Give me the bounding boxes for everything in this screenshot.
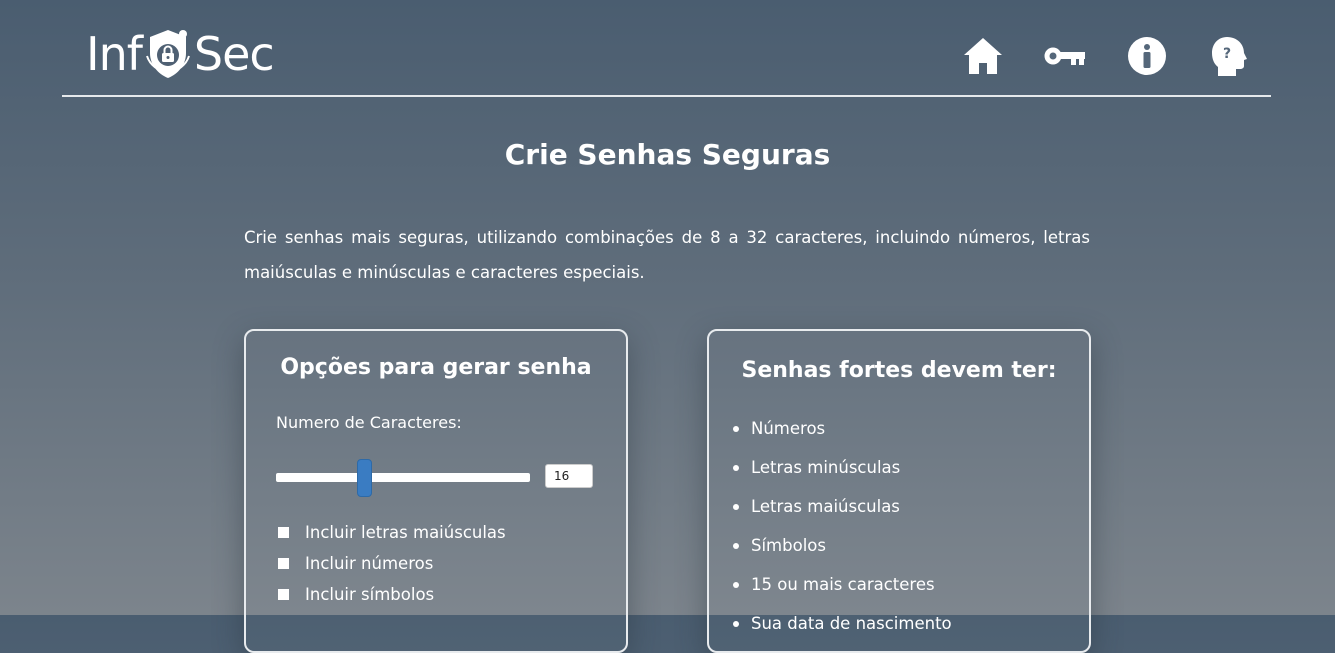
tip-label: Letras maiúsculas: [751, 497, 900, 516]
slider-thumb[interactable]: [357, 459, 372, 497]
list-item: Sua data de nascimento: [733, 604, 952, 643]
list-item: Símbolos: [733, 526, 952, 565]
tips-list: Números Letras minúsculas Letras maiúscu…: [733, 409, 952, 643]
bullet-icon: [733, 425, 739, 432]
tips-card-title: Senhas fortes devem ter:: [741, 358, 1057, 383]
strong-password-tips-card: Senhas fortes devem ter: Números Letras …: [707, 329, 1091, 653]
uppercase-checkbox[interactable]: [278, 527, 289, 538]
slider-track: [276, 473, 530, 482]
bullet-icon: [733, 620, 739, 627]
svg-text:?: ?: [1223, 46, 1231, 62]
bullet-icon: [733, 581, 739, 588]
list-item: Letras minúsculas: [733, 448, 952, 487]
shield-lock-icon: [145, 30, 190, 78]
tip-label: Letras minúsculas: [751, 458, 901, 477]
nav-home-button[interactable]: [961, 34, 1005, 78]
tip-label: Sua data de nascimento: [751, 614, 952, 633]
tip-label: 15 ou mais caracteres: [751, 575, 935, 594]
key-icon: [1044, 47, 1085, 65]
bullet-icon: [733, 464, 739, 471]
option-label: Incluir símbolos: [305, 585, 435, 604]
length-slider[interactable]: [276, 459, 530, 497]
nav-info-button[interactable]: [1125, 34, 1169, 78]
home-icon: [964, 38, 1002, 74]
symbols-checkbox[interactable]: [278, 589, 289, 600]
bullet-icon: [733, 542, 739, 549]
tip-label: Símbolos: [751, 536, 826, 555]
nav-help-button[interactable]: ?: [1207, 34, 1251, 78]
main-nav: ?: [961, 34, 1251, 78]
password-options-card: Opções para gerar senha Numero de Caract…: [244, 329, 628, 653]
list-item: Números: [733, 409, 952, 448]
page-title: Crie Senhas Seguras: [504, 138, 831, 171]
info-icon: [1128, 37, 1166, 75]
length-input[interactable]: [545, 464, 593, 488]
length-label: Numero de Caracteres:: [276, 413, 462, 432]
list-item: 15 ou mais caracteres: [733, 565, 952, 604]
nav-key-button[interactable]: [1043, 34, 1087, 78]
bullet-icon: [733, 503, 739, 510]
logo-text-right: Sec: [193, 27, 275, 81]
tip-label: Números: [751, 419, 826, 438]
options-card-title: Opções para gerar senha: [280, 355, 592, 380]
site-header: Inf Sec ?: [62, 0, 1271, 97]
intro-text: Crie senhas mais seguras, utilizando com…: [244, 228, 1090, 282]
list-item: Letras maiúsculas: [733, 487, 952, 526]
option-numbers[interactable]: Incluir números: [278, 548, 506, 579]
options-list: Incluir letras maiúsculas Incluir número…: [278, 517, 506, 610]
option-symbols[interactable]: Incluir símbolos: [278, 579, 506, 610]
option-label: Incluir letras maiúsculas: [305, 523, 506, 542]
infosec-logo[interactable]: Inf Sec: [86, 22, 275, 86]
help-head-icon: ?: [1212, 37, 1247, 76]
option-uppercase[interactable]: Incluir letras maiúsculas: [278, 517, 506, 548]
numbers-checkbox[interactable]: [278, 558, 289, 569]
logo-text-left: Inf: [86, 27, 143, 81]
option-label: Incluir números: [305, 554, 434, 573]
